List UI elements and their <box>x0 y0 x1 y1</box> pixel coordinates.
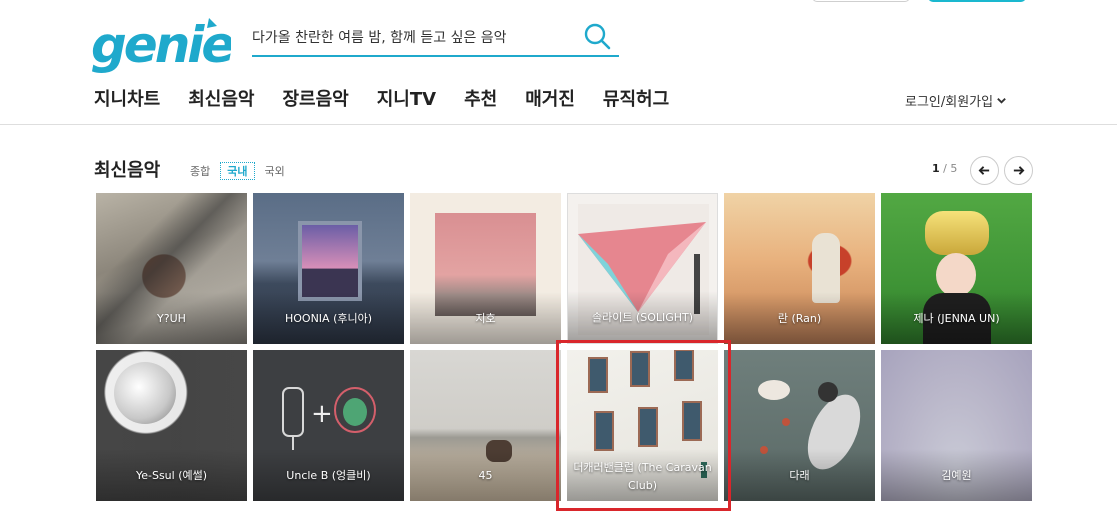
album-card[interactable]: 다래 <box>724 350 875 501</box>
album-card[interactable]: 김예원 <box>881 350 1032 501</box>
prev-page-button[interactable] <box>970 156 999 185</box>
section-title: 최신음악 <box>94 160 161 181</box>
album-artist: 45 <box>478 469 493 482</box>
album-card[interactable]: Y?UH <box>96 193 247 344</box>
top-accent-button[interactable] <box>928 0 1026 2</box>
search-bar <box>252 20 619 57</box>
nav-item-magazine[interactable]: 매거진 <box>525 88 575 112</box>
album-artist: 김예원 <box>941 469 972 482</box>
header-divider <box>0 124 1117 125</box>
album-artist: Y?UH <box>157 312 186 325</box>
album-balloon <box>925 211 989 255</box>
svg-text:+: + <box>311 399 333 429</box>
album-artist: 란 (Ran) <box>777 312 822 325</box>
album-card-highlighted[interactable]: 더캐러밴클럽 (The Caravan Club) <box>567 350 718 501</box>
nav-item-music-hug[interactable]: 뮤직허그 <box>603 88 669 112</box>
tab-domestic[interactable]: 국내 <box>220 162 255 180</box>
tab-all[interactable]: 종합 <box>186 162 214 180</box>
next-page-button[interactable] <box>1004 156 1033 185</box>
album-card[interactable]: 지호 <box>410 193 561 344</box>
album-artist: HOONIA (후니아) <box>284 312 373 325</box>
logo-wordmark: genie <box>91 16 236 74</box>
album-artist: Uncle B (엉클비) <box>286 469 371 482</box>
nav-item-genie-tv[interactable]: 지니TV <box>377 88 436 112</box>
arrow-right-icon <box>1013 166 1025 175</box>
page-current: 1 <box>932 162 940 175</box>
nav-item-genre[interactable]: 장르음악 <box>283 88 349 112</box>
album-artist: 다래 <box>789 469 810 482</box>
arrow-left-icon <box>978 166 990 175</box>
main-nav: 지니차트 최신음악 장르음악 지니TV 추천 매거진 뮤직허그 <box>94 88 697 112</box>
page-indicator: 1 / 5 <box>932 162 957 175</box>
login-signup-link[interactable]: 로그인/회원가입 <box>905 91 1007 110</box>
album-artist: 솔라이트 (SOLIGHT) <box>591 311 694 324</box>
page-total: / 5 <box>943 162 958 175</box>
top-utility-button[interactable] <box>812 0 910 2</box>
search-input[interactable] <box>252 26 572 50</box>
album-frame-art <box>298 221 362 301</box>
album-artist: 제나 (JENNA UN) <box>913 312 1000 325</box>
tab-foreign[interactable]: 국외 <box>261 162 289 180</box>
chevron-down-icon <box>997 98 1006 104</box>
album-card[interactable]: 란 (Ran) <box>724 193 875 344</box>
album-artist: 지호 <box>475 312 496 325</box>
album-artist: 더캐러밴클럽 (The Caravan Club) <box>573 461 712 492</box>
nav-item-recommend[interactable]: 추천 <box>464 88 497 112</box>
album-card[interactable]: 제나 (JENNA UN) <box>881 193 1032 344</box>
genie-logo[interactable]: genie <box>91 14 236 74</box>
login-label: 로그인/회원가입 <box>905 95 994 110</box>
album-card[interactable]: HOONIA (후니아) <box>253 193 404 344</box>
album-card[interactable]: 45 <box>410 350 561 501</box>
album-card[interactable]: 솔라이트 (SOLIGHT) <box>567 193 718 344</box>
album-face <box>936 253 976 297</box>
search-icon[interactable] <box>583 22 613 52</box>
album-artist: Ye-Ssul (예썰) <box>135 469 208 482</box>
album-card[interactable]: Ye-Ssul (예썰) <box>96 350 247 501</box>
region-tabs: 종합 국내 국외 <box>186 162 289 180</box>
album-card[interactable]: + Uncle B (엉클비) <box>253 350 404 501</box>
nav-item-chart[interactable]: 지니차트 <box>94 88 160 112</box>
nav-item-new-music[interactable]: 최신음악 <box>188 88 254 112</box>
